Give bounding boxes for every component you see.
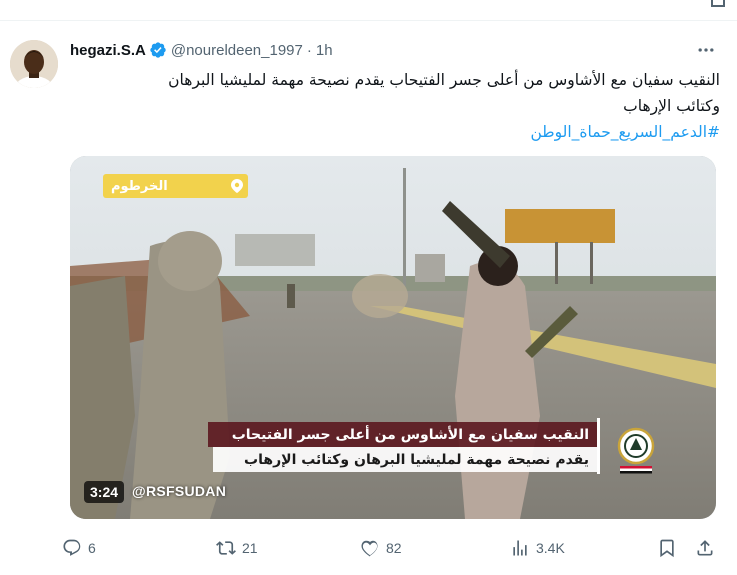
reply-button[interactable]: 6 xyxy=(62,536,96,560)
caption-divider xyxy=(597,418,600,474)
separator-dot: · xyxy=(306,41,312,59)
tweet-text-line: وكتائب الإرهاب xyxy=(623,97,720,115)
caption-line-2: يقدم نصيحة مهمة لمليشيا البرهان وكتائب ا… xyxy=(213,447,597,472)
repost-button[interactable]: 21 xyxy=(216,536,258,560)
view-count: 3.4K xyxy=(536,540,565,556)
like-icon xyxy=(361,540,378,557)
city-label: الخرطوم xyxy=(111,178,168,194)
views-button[interactable]: 3.4K xyxy=(510,536,565,560)
location-pin-icon xyxy=(231,179,243,193)
repost-count: 21 xyxy=(242,540,258,556)
user-handle[interactable]: @noureldeen_1997 xyxy=(171,42,303,59)
video-duration: 3:24 xyxy=(84,481,125,503)
previous-post-share-icon[interactable] xyxy=(707,0,729,10)
bookmark-icon xyxy=(660,539,674,558)
reply-count: 6 xyxy=(88,540,96,556)
tweet-text-line: النقيب سفيان مع الأشاوس من أعلى جسر الفت… xyxy=(168,71,720,89)
share-icon xyxy=(697,540,713,556)
bookmark-button[interactable] xyxy=(657,536,677,560)
action-bar: 6 21 82 3.4K xyxy=(62,536,722,560)
caption-line-1: النقيب سفيان مع الأشاوس من أعلى جسر الفت… xyxy=(208,422,597,447)
video-player[interactable]: الخرطوم النقيب سفيان مع الأشاوس من أعلى … xyxy=(70,156,716,519)
like-button[interactable]: 82 xyxy=(360,536,402,560)
repost-icon xyxy=(216,541,236,555)
timeline-divider xyxy=(0,20,737,21)
hashtag-link[interactable]: #الدعم_السريع_حماة_الوطن xyxy=(70,119,721,145)
display-name[interactable]: hegazi.S.A xyxy=(70,42,146,59)
timestamp[interactable]: 1h xyxy=(316,42,333,59)
more-icon[interactable] xyxy=(696,40,716,60)
verified-badge-icon[interactable] xyxy=(149,41,167,59)
channel-watermark: @RSFSUDAN xyxy=(132,483,227,499)
avatar[interactable] xyxy=(10,40,58,88)
views-icon xyxy=(513,540,527,556)
video-caption: النقيب سفيان مع الأشاوس من أعلى جسر الفت… xyxy=(208,422,597,472)
tweet-text: النقيب سفيان مع الأشاوس من أعلى جسر الفت… xyxy=(70,67,720,145)
tweet-header: hegazi.S.A @noureldeen_1997 · 1h xyxy=(70,40,333,60)
rsf-emblem-icon xyxy=(617,427,655,474)
like-count: 82 xyxy=(386,540,402,556)
reply-icon xyxy=(63,539,81,556)
share-button[interactable] xyxy=(695,536,715,560)
location-badge: الخرطوم xyxy=(103,174,248,198)
